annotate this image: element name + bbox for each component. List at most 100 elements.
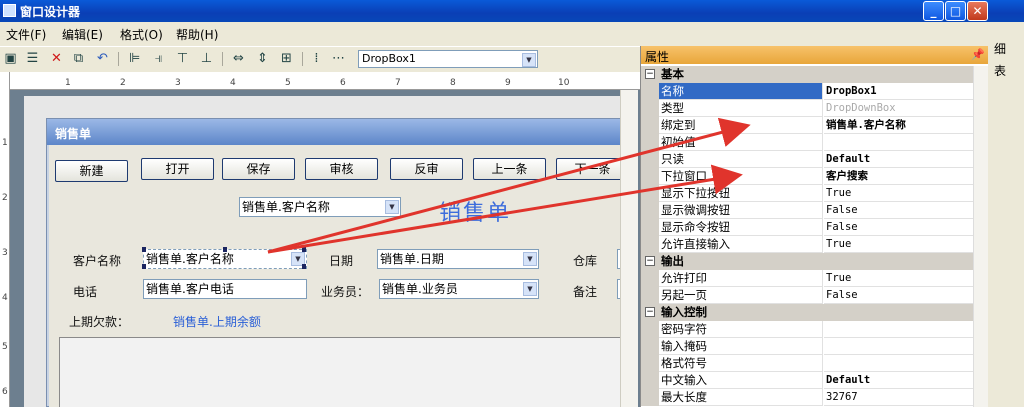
property-row[interactable]: 类型 DropDownBox (641, 100, 973, 117)
bind-combo[interactable]: 销售单.客户名称 ▼ (239, 197, 401, 217)
property-gutter (641, 100, 659, 117)
property-value[interactable]: Default (824, 372, 973, 389)
property-row[interactable]: 显示下拉按钮 True (641, 185, 973, 202)
menu-help[interactable]: 帮助(H) (176, 26, 218, 43)
new-button[interactable]: 新建 (55, 160, 128, 182)
property-value[interactable] (824, 355, 973, 372)
collapse-icon[interactable]: − (645, 69, 655, 79)
date-label: 日期 (329, 254, 354, 268)
property-value[interactable]: 客户搜索 (824, 168, 973, 185)
property-value[interactable] (824, 321, 973, 338)
next-button[interactable]: 下一条 (556, 158, 629, 180)
property-value[interactable]: False (824, 202, 973, 219)
pin-icon[interactable]: 📌 (971, 48, 985, 61)
property-row[interactable]: 允许直接输入 True (641, 236, 973, 253)
align-top-icon[interactable]: ⊤ (174, 51, 191, 67)
design-scrollbar[interactable] (620, 90, 638, 407)
open-button[interactable]: 打开 (141, 158, 214, 180)
property-gutter (641, 151, 659, 168)
horizontal-spacing-icon[interactable]: ⋯ (330, 51, 347, 67)
selection-handle[interactable] (223, 247, 227, 252)
property-value[interactable]: Default (824, 151, 973, 168)
property-row[interactable]: 密码字符 (641, 321, 973, 338)
same-size-icon[interactable]: ⊞ (278, 51, 295, 67)
selection-handle[interactable] (142, 247, 146, 252)
property-name: 输入掩码 (659, 338, 823, 355)
property-row[interactable]: 最大长度 32767 (641, 389, 973, 406)
property-row[interactable]: 只读 Default (641, 151, 973, 168)
vertical-spacing-icon[interactable]: ⁞ (308, 51, 325, 67)
property-category[interactable]: − 输出 (641, 253, 973, 270)
property-value[interactable] (824, 338, 973, 355)
copy-icon[interactable]: ⧉ (70, 51, 87, 67)
delete-icon[interactable]: ✕ (48, 51, 65, 67)
last-due-value: 销售单.上期余额 (173, 315, 261, 329)
align-bottom-icon[interactable]: ⊥ (198, 51, 215, 67)
property-value[interactable]: False (824, 287, 973, 304)
property-gutter (641, 117, 659, 134)
last-due-label: 上期欠款： (69, 315, 130, 329)
prev-button[interactable]: 上一条 (473, 158, 546, 180)
same-height-icon[interactable]: ⇕ (254, 51, 271, 67)
property-gutter (641, 372, 659, 389)
menu-file[interactable]: 文件(F) (6, 26, 46, 43)
property-value[interactable]: True (824, 236, 973, 253)
close-button[interactable]: ✕ (967, 1, 988, 21)
property-value[interactable]: DropDownBox (824, 100, 973, 117)
properties-scrollbar[interactable] (973, 66, 989, 407)
chevron-down-icon[interactable]: ▼ (385, 200, 399, 214)
salesman-field[interactable]: 销售单.业务员 ▼ (379, 279, 539, 299)
detail-grid[interactable] (59, 337, 623, 407)
property-value[interactable] (824, 134, 973, 151)
property-value[interactable]: True (824, 270, 973, 287)
collapse-icon[interactable]: − (645, 256, 655, 266)
property-value[interactable]: True (824, 185, 973, 202)
property-value[interactable]: 32767 (824, 389, 973, 406)
property-category[interactable]: − 基本 (641, 66, 973, 83)
save-icon[interactable]: ▣ (2, 51, 19, 67)
property-row[interactable]: 绑定到 销售单.客户名称 (641, 117, 973, 134)
selection-handle[interactable] (142, 264, 146, 269)
undo-icon[interactable]: ↶ (94, 51, 111, 67)
property-value[interactable]: DropBox1 (824, 83, 973, 100)
property-value[interactable]: 销售单.客户名称 (824, 117, 973, 134)
customer-dropbox[interactable]: 销售单.客户名称 ▼ (143, 249, 307, 269)
maximize-button[interactable]: □ (945, 1, 966, 21)
property-row[interactable]: 显示命令按钮 False (641, 219, 973, 236)
property-row[interactable]: 允许打印 True (641, 270, 973, 287)
chevron-down-icon[interactable]: ▼ (522, 53, 536, 67)
align-left-icon[interactable]: ⊫ (126, 51, 143, 67)
selection-handle[interactable] (302, 264, 306, 269)
chevron-down-icon[interactable]: ▼ (523, 252, 537, 266)
collapse-icon[interactable]: − (645, 307, 655, 317)
control-select[interactable]: DropBox1 ▼ (358, 50, 538, 68)
menu-edit[interactable]: 编辑(E) (62, 26, 103, 43)
property-row[interactable]: 初始值 (641, 134, 973, 151)
property-row[interactable]: 另起一页 False (641, 287, 973, 304)
side-tab-table[interactable]: 表 (994, 62, 1006, 79)
audit-button[interactable]: 审核 (305, 158, 378, 180)
property-category[interactable]: − 输入控制 (641, 304, 973, 321)
property-row[interactable]: 显示微调按钮 False (641, 202, 973, 219)
align-right-icon[interactable]: ⫣ (150, 51, 167, 67)
menu-format[interactable]: 格式(O) (120, 26, 163, 43)
property-row[interactable]: 输入掩码 (641, 338, 973, 355)
properties-icon[interactable]: ☰ (24, 51, 41, 67)
property-row[interactable]: 中文输入 Default (641, 372, 973, 389)
property-row[interactable]: 格式符号 (641, 355, 973, 372)
phone-field[interactable]: 销售单.客户电话 (143, 279, 307, 299)
side-tab-detail[interactable]: 细 (994, 40, 1006, 57)
selection-handle[interactable] (302, 247, 306, 252)
unaudit-button[interactable]: 反审 (390, 158, 463, 180)
minimize-button[interactable]: _ (923, 1, 944, 21)
same-width-icon[interactable]: ⇔ (230, 51, 247, 67)
side-panel: 细 表 (988, 22, 1024, 407)
save-button[interactable]: 保存 (222, 158, 295, 180)
property-row[interactable]: 名称 DropBox1 (641, 83, 973, 100)
chevron-down-icon[interactable]: ▼ (523, 282, 537, 296)
sales-form[interactable]: 销售单 新建 打开 保存 审核 反审 上一条 下一条 销售单.客户名称 ▼ 销售… (46, 118, 629, 407)
control-select-value: DropBox1 (362, 52, 416, 65)
date-field[interactable]: 销售单.日期 ▼ (377, 249, 539, 269)
property-row[interactable]: 下拉窗口 客户搜索 (641, 168, 973, 185)
property-value[interactable]: False (824, 219, 973, 236)
